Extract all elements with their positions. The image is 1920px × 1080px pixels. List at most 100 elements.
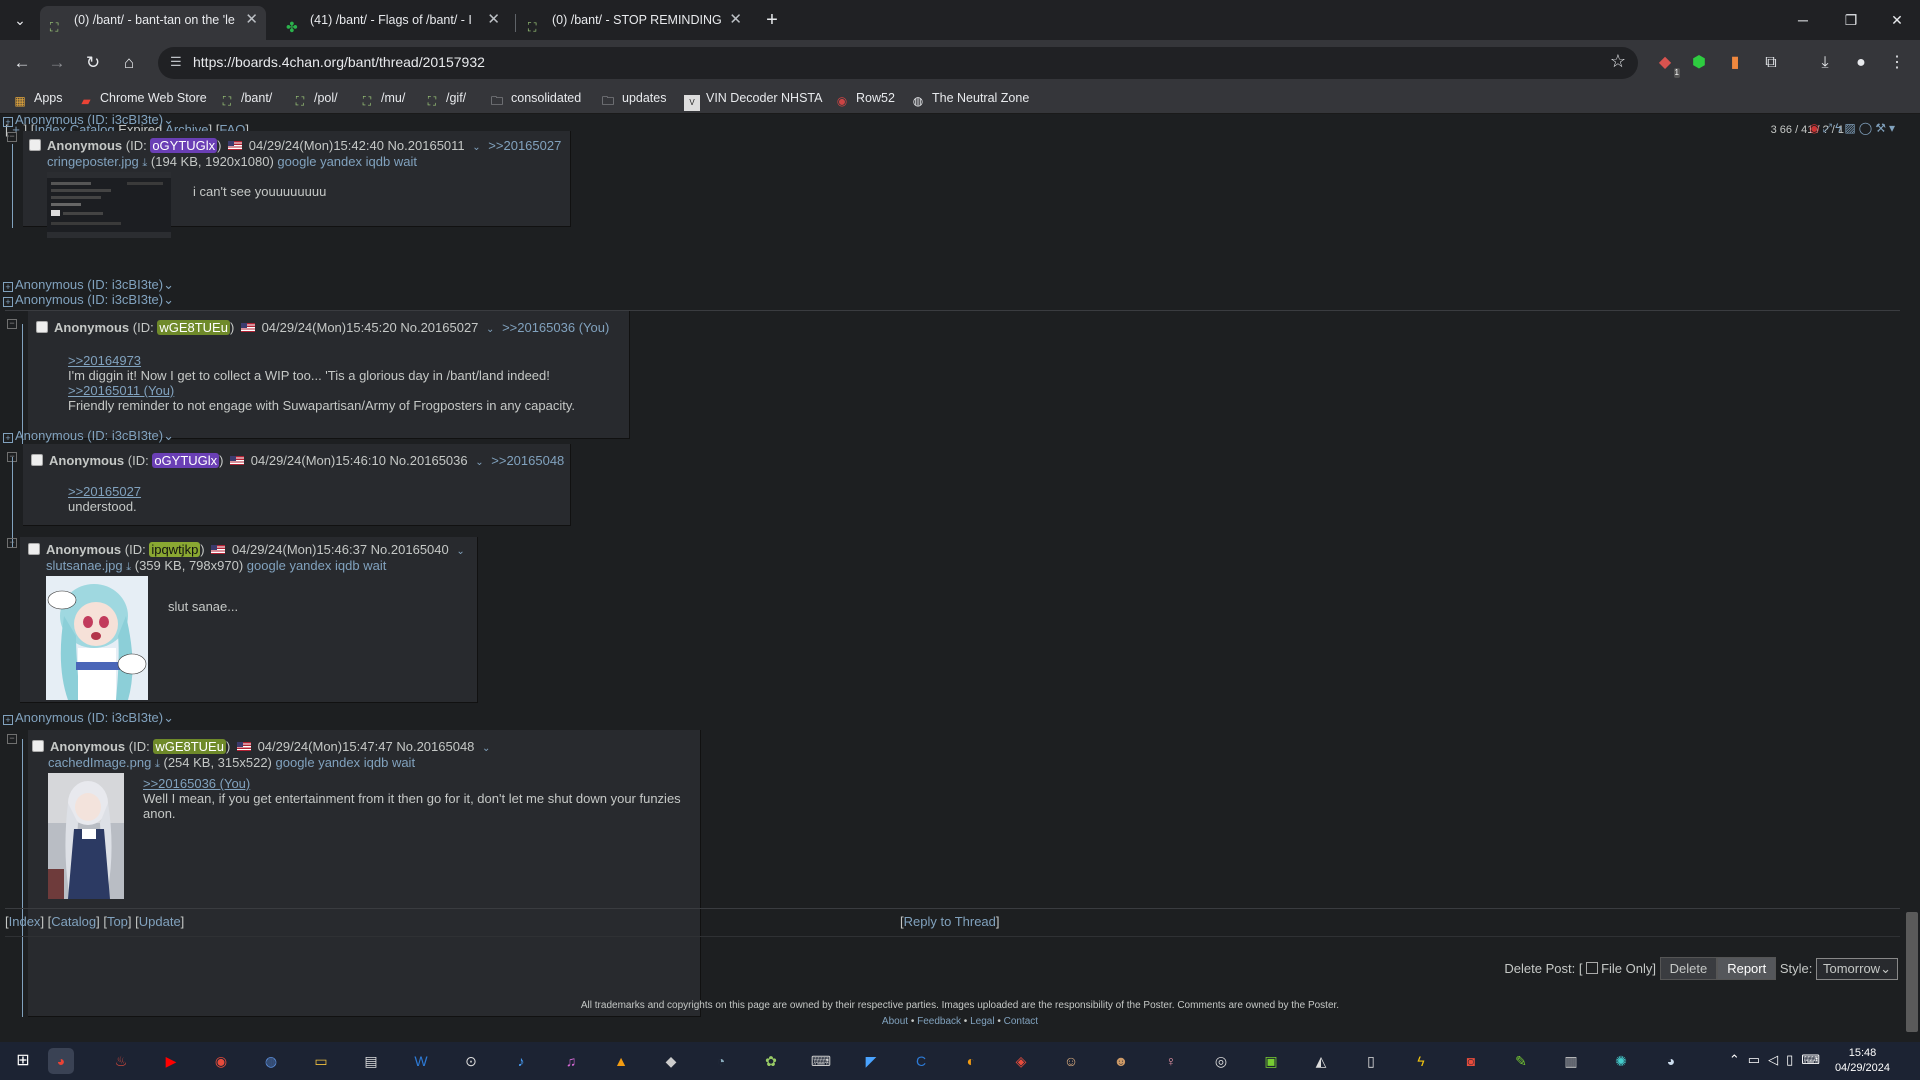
- site-info-icon[interactable]: ☰: [170, 54, 186, 70]
- backlink[interactable]: >>20165036 (You): [502, 320, 609, 335]
- bookmark-updates[interactable]: 🗀 updates: [600, 91, 667, 109]
- file-only-checkbox[interactable]: [1586, 962, 1599, 974]
- file-link[interactable]: cachedImage.png: [48, 755, 151, 770]
- document-icon[interactable]: ▤: [358, 1048, 384, 1074]
- word-icon[interactable]: W: [408, 1048, 434, 1074]
- home-icon[interactable]: ⌂: [116, 50, 142, 76]
- post-number[interactable]: No.20165040: [371, 542, 449, 557]
- about-link[interactable]: About: [882, 1016, 908, 1027]
- honey-icon[interactable]: ▮: [1724, 52, 1746, 74]
- address-bar[interactable]: ☰ https://boards.4chan.org/bant/thread/2…: [158, 47, 1638, 79]
- app-icon[interactable]: ▣: [1258, 1048, 1284, 1074]
- quote-link[interactable]: >>20164973: [68, 353, 575, 368]
- bookmark-star-icon[interactable]: ☆: [1610, 51, 1626, 72]
- bookmark-consolidated[interactable]: 🗀 consolidated: [489, 91, 581, 109]
- post-number[interactable]: No.20165011: [388, 138, 465, 153]
- app-icon[interactable]: C: [908, 1048, 934, 1074]
- download-icon[interactable]: ⤓: [155, 758, 160, 770]
- expand-icon[interactable]: +: [3, 433, 13, 443]
- app-icon[interactable]: ϟ: [1408, 1048, 1434, 1074]
- shield-icon[interactable]: ⬢: [1688, 52, 1710, 74]
- chat-icon[interactable]: ◯: [1859, 121, 1875, 135]
- wait-search-link[interactable]: wait: [392, 755, 415, 770]
- bookmark-row52[interactable]: ◉ Row52: [834, 91, 895, 109]
- post-number[interactable]: No.20165048: [396, 739, 474, 754]
- file-explorer-icon[interactable]: ▭: [308, 1048, 334, 1074]
- profile-icon[interactable]: ●: [1850, 52, 1872, 74]
- scrollbar-thumb[interactable]: [1906, 912, 1918, 1032]
- catalog-link[interactable]: Catalog: [51, 914, 96, 929]
- bookmark-mu[interactable]: ⛶ /mu/: [359, 91, 406, 109]
- gallery-icon[interactable]: ▨: [1844, 121, 1858, 135]
- vlc-icon[interactable]: ▲: [608, 1048, 634, 1074]
- dropdown-icon[interactable]: ▾: [1889, 121, 1898, 135]
- post-menu-icon[interactable]: ⌄: [486, 324, 494, 335]
- download-icon[interactable]: ⤓: [142, 157, 147, 169]
- google-search-link[interactable]: google: [247, 558, 286, 573]
- poster-id[interactable]: ipqwtjkp: [149, 542, 201, 557]
- app-icon[interactable]: ◎: [1208, 1048, 1234, 1074]
- app-icon[interactable]: ▥: [1558, 1048, 1584, 1074]
- quote-link[interactable]: >>20165027: [68, 484, 141, 499]
- poster-id[interactable]: wGE8TUEu: [153, 739, 226, 754]
- forward-icon[interactable]: →: [44, 50, 70, 76]
- battery-icon[interactable]: ▯: [1786, 1052, 1801, 1067]
- expand-icon[interactable]: +: [3, 282, 13, 292]
- app-icon[interactable]: ✎: [1508, 1048, 1534, 1074]
- iqdb-search-link[interactable]: iqdb: [366, 154, 391, 169]
- post-thumbnail[interactable]: [46, 576, 148, 700]
- poster-id[interactable]: oGYTUGlx: [152, 453, 220, 468]
- bookmark-vin-decoder[interactable]: V VIN Decoder NHSTA: [684, 91, 822, 111]
- close-icon[interactable]: ✕: [487, 6, 500, 34]
- extensions-puzzle-icon[interactable]: ⧉: [1760, 52, 1782, 74]
- restore-icon[interactable]: ❐: [1828, 0, 1874, 40]
- windows-start-icon[interactable]: ⊞: [10, 1048, 36, 1074]
- update-link[interactable]: Update: [139, 914, 181, 929]
- legal-link[interactable]: Legal: [970, 1016, 994, 1027]
- video-player-icon[interactable]: ⊙: [458, 1048, 484, 1074]
- app-icon[interactable]: ◔: [708, 1048, 734, 1074]
- hidden-post-stub[interactable]: + Anonymous (ID: i3cBI3te)⌄: [3, 710, 174, 726]
- app-icon[interactable]: ◭: [1308, 1048, 1334, 1074]
- minimize-icon[interactable]: ─: [1780, 0, 1826, 40]
- wait-search-link[interactable]: wait: [394, 154, 417, 169]
- expand-icon[interactable]: ⤢: [1822, 121, 1835, 135]
- hide-post-icon[interactable]: −: [7, 319, 17, 329]
- app-icon[interactable]: ◙: [1458, 1048, 1484, 1074]
- page-scrollbar[interactable]: [1903, 114, 1920, 1042]
- file-link[interactable]: cringeposter.jpg: [47, 154, 139, 169]
- yandex-search-link[interactable]: yandex: [318, 755, 360, 770]
- bookmark-bant[interactable]: ⛶ /bant/: [219, 91, 272, 109]
- poster-id[interactable]: wGE8TUEu: [157, 320, 230, 335]
- steam-icon[interactable]: ◕: [1658, 1048, 1684, 1074]
- post-checkbox[interactable]: [36, 321, 48, 333]
- wait-search-link[interactable]: wait: [363, 558, 386, 573]
- yandex-search-link[interactable]: yandex: [289, 558, 331, 573]
- app-icon[interactable]: ✺: [1608, 1048, 1634, 1074]
- contact-link[interactable]: Contact: [1004, 1016, 1038, 1027]
- top-link[interactable]: Top: [107, 914, 128, 929]
- quote-link[interactable]: >>20165036 (You): [143, 776, 683, 791]
- expand-icon[interactable]: +: [3, 715, 13, 725]
- style-select[interactable]: Tomorrow ⌄: [1816, 958, 1898, 980]
- chevron-up-icon[interactable]: ⌃: [1729, 1052, 1748, 1067]
- taskbar-clock[interactable]: 15:48 04/29/2024: [1835, 1046, 1890, 1076]
- hidden-post-stub[interactable]: + Anonymous (ID: i3cBI3te)⌄: [3, 112, 174, 128]
- tab-bant-tan[interactable]: ⛶ (0) /bant/ - bant-tan on the 'le ✕: [40, 6, 266, 40]
- yandex-search-link[interactable]: yandex: [320, 154, 362, 169]
- post-checkbox[interactable]: [32, 740, 44, 752]
- app-icon[interactable]: ⌨: [808, 1048, 834, 1074]
- app-icon[interactable]: ♨: [108, 1048, 134, 1074]
- app-icon[interactable]: ◆: [658, 1048, 684, 1074]
- post-thumbnail[interactable]: [47, 172, 171, 238]
- hidden-post-stub[interactable]: + Anonymous (ID: i3cBI3te)⌄: [3, 428, 174, 444]
- close-icon[interactable]: ✕: [245, 6, 258, 34]
- post-menu-icon[interactable]: ⌄: [475, 457, 483, 468]
- keyboard-icon[interactable]: ⌨: [1801, 1052, 1828, 1067]
- url-text[interactable]: https://boards.4chan.org/bant/thread/201…: [193, 54, 485, 70]
- bookmark-neutral-zone[interactable]: ◍ The Neutral Zone: [910, 91, 1030, 109]
- backlink[interactable]: >>20165027: [488, 138, 561, 153]
- back-icon[interactable]: ←: [9, 50, 35, 76]
- qbittorrent-icon[interactable]: ◍: [258, 1048, 284, 1074]
- hide-post-icon[interactable]: −: [7, 538, 17, 548]
